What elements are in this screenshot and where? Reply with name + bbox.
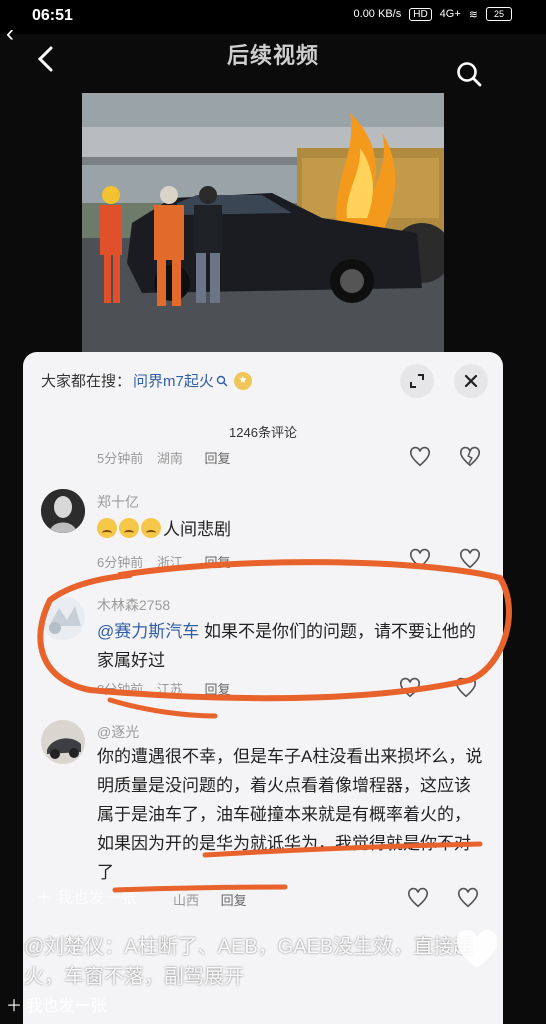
- comment-text: 你的遭遇很不幸，但是车子A柱没看出来损坏么，说明质量是没问题的，着火点看着像增程…: [97, 747, 483, 882]
- reply-button[interactable]: 回复: [221, 893, 247, 908]
- like-icon[interactable]: [409, 446, 431, 468]
- like-icon[interactable]: [399, 677, 421, 699]
- comment-username[interactable]: 木林森2758: [97, 595, 170, 615]
- dislike-icon[interactable]: [457, 887, 479, 909]
- dislike-icon[interactable]: [459, 548, 481, 570]
- trending-search[interactable]: 大家都在搜： 问界m7起火 ★: [41, 370, 252, 391]
- hd-icon: HD: [409, 7, 432, 21]
- comment-meta: 5分钟前 湖南 回复: [97, 448, 241, 467]
- comment-location: 浙江: [156, 555, 183, 570]
- hot-badge-icon: ★: [233, 371, 252, 390]
- crying-emoji-icon: [141, 518, 161, 538]
- reply-button[interactable]: 回复: [205, 682, 231, 697]
- search-term[interactable]: 问界m7起火: [133, 370, 214, 391]
- video-frame[interactable]: [82, 93, 444, 353]
- reply-button[interactable]: 回复: [205, 451, 231, 466]
- comment-location: 江苏: [156, 682, 183, 697]
- reply-button[interactable]: 回复: [205, 555, 231, 570]
- app-header: 后续视频: [0, 34, 546, 92]
- avatar[interactable]: [41, 720, 85, 764]
- add-post-label: 我也发一张: [26, 998, 107, 1015]
- comment-meta: 山西 回复: [173, 890, 257, 909]
- avatar[interactable]: [41, 489, 85, 533]
- plus-icon: ＋: [6, 998, 27, 1015]
- comment-time: 5分钟前: [97, 451, 144, 466]
- comment-time: 8分钟前: [97, 682, 144, 697]
- car-fire-image: [82, 93, 444, 353]
- close-icon[interactable]: [454, 364, 488, 398]
- comment-time: 6分钟前: [97, 555, 144, 570]
- comment-location: 山西: [173, 893, 200, 908]
- comment-text: 人间悲剧: [97, 515, 231, 544]
- crying-emoji-icon: [119, 518, 139, 538]
- comment-location: 湖南: [156, 451, 183, 466]
- danmaku-text: @刘楚仪：A柱断了、AEB，GAEB没生效，直接起火，车窗不落，副驾展开: [24, 936, 474, 988]
- dislike-icon[interactable]: [459, 446, 481, 468]
- crying-emoji-icon: [97, 518, 117, 538]
- status-time: 06:51: [32, 7, 73, 24]
- net-speed: 0.00 KB/s: [353, 8, 402, 20]
- ghost-add-button[interactable]: ＋ 我也发一张: [36, 884, 136, 908]
- comment-text-body: 人间悲剧: [163, 520, 231, 539]
- battery-icon: 25: [486, 7, 512, 21]
- expand-icon[interactable]: [400, 364, 434, 398]
- comment-username[interactable]: 郑十亿: [97, 492, 139, 512]
- add-post-button[interactable]: ＋ 我也发一张: [6, 992, 106, 1016]
- search-small-icon: [216, 375, 228, 386]
- status-icons: 0.00 KB/s HD 4G+ ≋ 25: [354, 7, 512, 21]
- comment-text: @赛力斯汽车 如果不是你们的问题，请不要让他的家属好过: [97, 617, 487, 675]
- status-bar: ‹ 06:51 0.00 KB/s HD 4G+ ≋ 25: [0, 0, 546, 47]
- like-icon[interactable]: [407, 887, 429, 909]
- wifi-icon: ≋: [468, 8, 478, 21]
- search-prefix: 大家都在搜：: [41, 373, 132, 390]
- ghost-add-label: 我也发一张: [56, 890, 137, 907]
- comment-meta: 6分钟前 浙江 回复: [97, 552, 241, 571]
- network-label: 4G+: [439, 8, 461, 20]
- dislike-icon[interactable]: [455, 677, 477, 699]
- plus-icon: ＋: [36, 890, 57, 907]
- mention-link[interactable]: @赛力斯汽车: [97, 622, 199, 641]
- search-icon[interactable]: [455, 60, 483, 88]
- comment-username[interactable]: @逐光: [97, 722, 139, 742]
- like-big-icon[interactable]: [455, 929, 499, 970]
- avatar[interactable]: [41, 596, 85, 640]
- comment-meta: 8分钟前 江苏 回复: [97, 679, 241, 698]
- comment-count: 1246条评论: [229, 425, 297, 440]
- like-icon[interactable]: [409, 548, 431, 570]
